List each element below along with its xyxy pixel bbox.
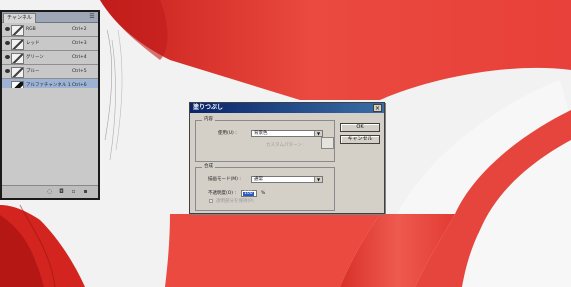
channel-name: RGB [26,27,36,32]
opacity-label: 不透明度(O) : [208,191,236,196]
channels-panel: チャンネル ☰ RGB Ctrl+2 レッド Ctrl+3 グリーン Ctrl+… [0,10,100,200]
channel-name: グリーン [26,55,44,60]
channel-shortcut: Ctrl+5 [72,69,87,74]
chevron-down-icon: ▼ [314,177,322,182]
opacity-unit: % [261,191,266,196]
ok-button[interactable]: OK [340,123,380,132]
chevron-down-icon: ▼ [314,131,322,136]
fill-dialog: 塗りつぶし × 内容 使用(U) : 背景色 ▼ カスタムパターン : 合成 描… [189,102,385,214]
channel-row-green[interactable]: グリーン Ctrl+4 [2,51,98,65]
channel-thumbnail [11,53,24,64]
eye-icon[interactable] [5,55,10,59]
eye-icon[interactable] [5,41,10,45]
dialog-title-bar[interactable]: 塗りつぶし × [190,103,384,113]
cancel-button[interactable]: キャンセル [340,135,380,144]
dialog-title: 塗りつぶし [193,104,224,111]
panel-empty-area [2,88,98,186]
eye-icon[interactable] [5,69,10,73]
contents-group: 内容 使用(U) : 背景色 ▼ カスタムパターン : [195,117,335,162]
use-label: 使用(U) : [218,131,237,136]
channel-thumbnail [11,67,24,78]
new-channel-icon[interactable]: ▫ [70,188,77,195]
channel-row-blue[interactable]: ブルー Ctrl+5 [2,65,98,79]
close-button[interactable]: × [373,104,382,112]
mode-dropdown-value: 通常 [254,177,263,182]
preserve-transparency-checkbox[interactable] [209,199,213,203]
mode-dropdown[interactable]: 通常 ▼ [251,176,323,183]
panel-menu-icon[interactable]: ☰ [88,13,96,20]
channel-shortcut: Ctrl+4 [72,55,87,60]
blending-group: 合成 描画モード(M) : 通常 ▼ 不透明度(O) : 100 % 透明部分を… [195,164,335,211]
tab-channels[interactable]: チャンネル [3,13,36,23]
custom-pattern-picker [321,137,334,149]
opacity-value: 100 [243,191,254,196]
eye-icon[interactable] [5,27,10,31]
channel-thumbnail [11,25,24,36]
use-dropdown[interactable]: 背景色 ▼ [251,130,323,137]
load-selection-icon[interactable]: ◌ [46,188,53,195]
preserve-transparency-label: 透明部分を保持(P) [216,199,254,204]
channel-name: レッド [26,41,40,46]
opacity-input[interactable]: 100 [241,190,257,197]
channel-name: ブルー [26,69,40,74]
delete-channel-icon[interactable]: ▪ [82,188,89,195]
channel-row-red[interactable]: レッド Ctrl+3 [2,37,98,51]
custom-pattern-label: カスタムパターン : [266,143,305,148]
channel-shortcut: Ctrl+3 [72,41,87,46]
channel-shortcut: Ctrl+2 [72,27,87,32]
use-dropdown-value: 背景色 [254,131,268,136]
channel-thumbnail [11,39,24,50]
channel-row-rgb[interactable]: RGB Ctrl+2 [2,23,98,37]
contents-group-label: 内容 [202,117,215,123]
save-selection-icon[interactable]: ◘ [58,188,65,195]
panel-footer: ◌ ◘ ▫ ▪ [2,185,98,198]
mode-label: 描画モード(M) : [208,177,241,182]
panel-tab-bar: チャンネル ☰ [2,12,98,23]
blending-group-label: 合成 [202,164,215,170]
